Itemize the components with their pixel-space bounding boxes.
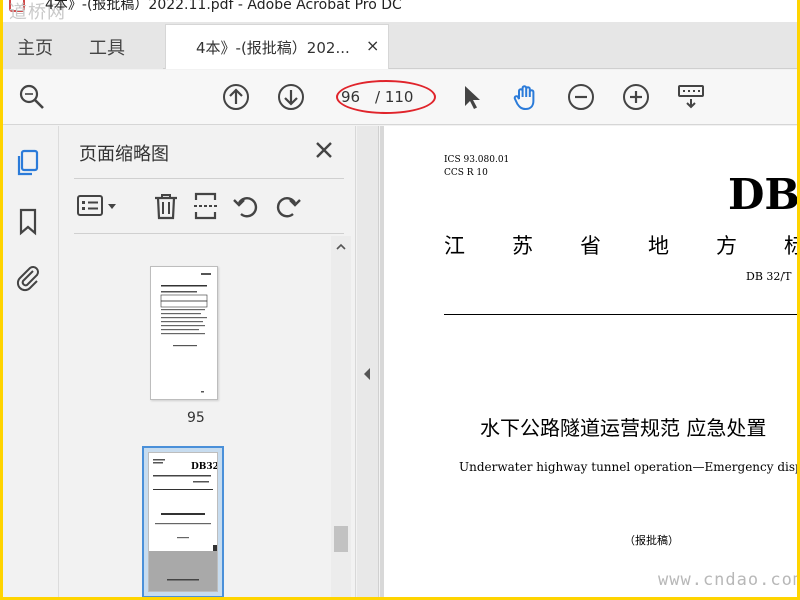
hand-tool-icon[interactable] bbox=[511, 82, 541, 112]
tab-bar: 主页 工具 4本》-(报批稿）202... × bbox=[3, 22, 797, 69]
main-toolbar: 96 / 110 bbox=[3, 70, 797, 125]
highlight-oval bbox=[336, 80, 436, 114]
navigation-rail bbox=[3, 126, 59, 597]
keyboard-tool-icon[interactable] bbox=[676, 82, 706, 112]
attachments-icon[interactable] bbox=[13, 262, 43, 292]
ics-code-block: ICS 93.080.01 CCS R 10 bbox=[444, 154, 509, 180]
zoom-out-icon[interactable] bbox=[566, 82, 596, 112]
thumbnail-number: 95 bbox=[187, 410, 205, 426]
delete-page-icon[interactable] bbox=[151, 191, 181, 221]
app-window: 道桥网 4本》-(报批稿）2022.11.pdf - Adobe Acrobat… bbox=[3, 0, 797, 597]
header-rule bbox=[444, 314, 797, 315]
zoom-in-icon[interactable] bbox=[621, 82, 651, 112]
svg-text:DB32: DB32 bbox=[191, 462, 217, 472]
bookmarks-icon[interactable] bbox=[13, 206, 43, 236]
tab-tools[interactable]: 工具 bbox=[89, 34, 125, 60]
page-thumbnails-icon[interactable] bbox=[13, 148, 43, 178]
ics-code: ICS 93.080.01 bbox=[444, 155, 510, 165]
select-cursor-icon[interactable] bbox=[455, 82, 485, 112]
draft-label: （报批稿） bbox=[624, 534, 679, 547]
site-watermark-bottom: www.cndao.com bbox=[658, 570, 797, 590]
ccs-code: CCS R 10 bbox=[444, 168, 488, 178]
scroll-up-icon[interactable] bbox=[331, 236, 351, 256]
panel-title: 页面缩略图 bbox=[79, 144, 169, 165]
thumbnail-95-content bbox=[160, 273, 211, 393]
window-title: 4本》-(报批稿）2022.11.pdf - Adobe Acrobat Pro… bbox=[45, 0, 402, 13]
document-view[interactable]: ICS 93.080.01 CCS R 10 DB 江苏省地方标 DB 32/T… bbox=[380, 126, 797, 597]
pdf-page: ICS 93.080.01 CCS R 10 DB 江苏省地方标 DB 32/T… bbox=[384, 126, 797, 597]
next-page-icon[interactable] bbox=[276, 82, 306, 112]
province-standard-heading: 江苏省地方标 bbox=[444, 234, 797, 258]
tab-home[interactable]: 主页 bbox=[17, 34, 53, 60]
close-panel-icon[interactable] bbox=[314, 140, 334, 160]
thumbnail-96-content: DB32 bbox=[149, 459, 217, 591]
options-menu-icon[interactable] bbox=[76, 191, 118, 221]
home-tools-group: 主页 工具 bbox=[3, 22, 163, 69]
panel-collapse-handle[interactable] bbox=[357, 126, 379, 597]
rotate-right-icon[interactable] bbox=[273, 191, 303, 221]
close-tab-button[interactable]: × bbox=[366, 36, 379, 55]
extract-page-icon[interactable] bbox=[191, 191, 221, 221]
standard-code: DB bbox=[728, 170, 797, 219]
rotate-left-icon[interactable] bbox=[231, 191, 261, 221]
thumbnail-toolbar bbox=[74, 178, 344, 234]
document-title-zh: 水下公路隧道运营规范 应急处置 bbox=[480, 416, 767, 440]
title-bar: 道桥网 4本》-(报批稿）2022.11.pdf - Adobe Acrobat… bbox=[3, 0, 797, 22]
thumbnail-panel: 页面缩略图 95 DB32 bbox=[60, 126, 356, 597]
search-icon[interactable] bbox=[17, 82, 47, 112]
document-title-en: Underwater highway tunnel operation—Emer… bbox=[459, 460, 797, 474]
thumbnail-scrollbar[interactable] bbox=[331, 236, 351, 597]
document-tab-title: 4本》-(报批稿）202... bbox=[196, 39, 350, 57]
page-thumbnail-96[interactable]: DB32 bbox=[148, 452, 218, 592]
document-tab[interactable]: 4本》-(报批稿）202... × bbox=[165, 24, 389, 69]
scrollbar-thumb[interactable] bbox=[334, 526, 348, 552]
previous-page-icon[interactable] bbox=[221, 82, 251, 112]
thumbnail-list[interactable]: 95 DB32 bbox=[74, 236, 330, 597]
page-thumbnail-95[interactable] bbox=[150, 266, 218, 400]
standard-number: DB 32/T bbox=[746, 270, 792, 283]
